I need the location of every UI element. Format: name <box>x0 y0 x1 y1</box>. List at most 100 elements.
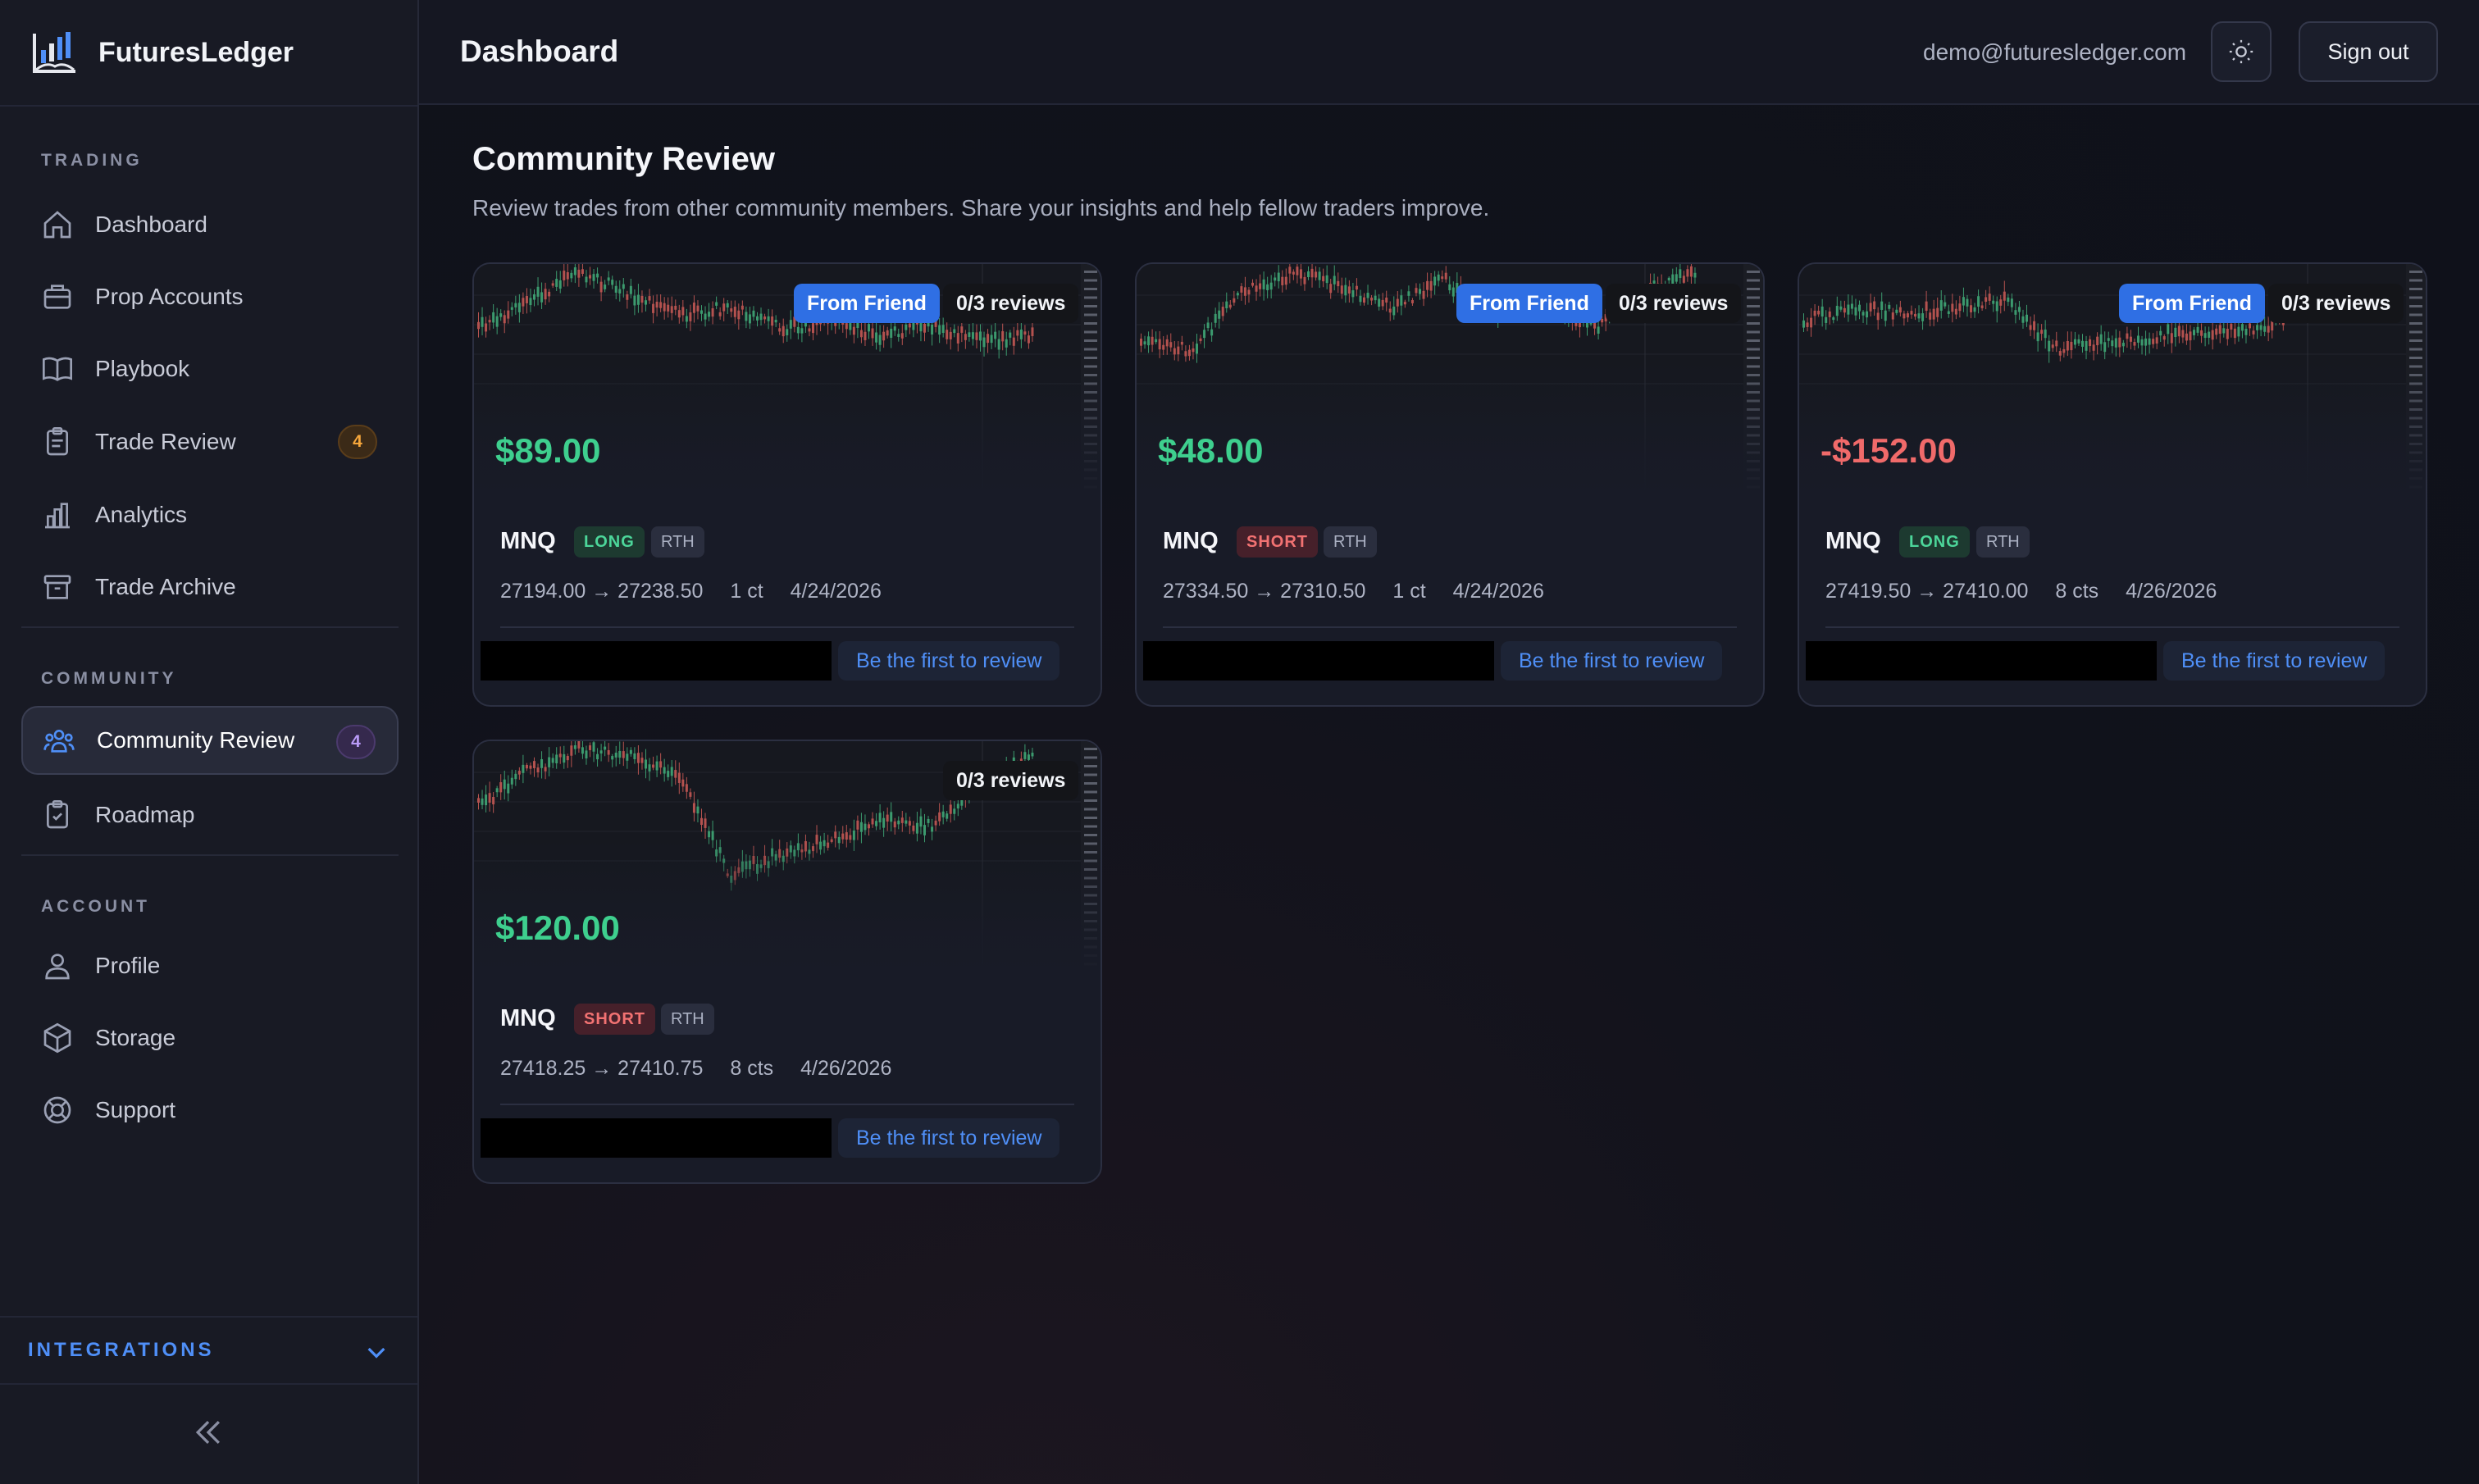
trade-details: 27418.25 → 27410.75 8 cts 4/26/2026 <box>500 1057 913 1081</box>
clipboard-check-icon <box>47 800 68 829</box>
trade-details: 27334.50 → 27310.50 1 ct 4/24/2026 <box>1163 580 1565 603</box>
sidebar-item-profile[interactable]: Profile <box>21 931 399 1000</box>
archive-icon <box>43 575 71 599</box>
pnl-value: $89.00 <box>495 431 601 470</box>
first-review-button[interactable]: Be the first to review <box>838 641 1060 681</box>
session-tag: RTH <box>661 1004 714 1035</box>
entry-exit-prices: 27418.25 → 27410.75 <box>500 1057 704 1080</box>
clipboard-icon <box>47 427 68 456</box>
trade-date: 4/24/2026 <box>1452 580 1544 603</box>
book-icon <box>43 357 72 381</box>
section-title-trading: TRADING <box>41 151 143 170</box>
reviews-count-badge: 0/3 reviews <box>943 761 1079 800</box>
reviews-count-badge: 0/3 reviews <box>943 284 1079 323</box>
sidebar-item-label: Playbook <box>95 356 190 381</box>
sidebar-item-label: Support <box>95 1097 176 1122</box>
side-tag: SHORT <box>574 1004 655 1035</box>
contract-size: 8 cts <box>730 1057 774 1080</box>
header-title: Dashboard <box>460 34 619 68</box>
card-divider <box>500 1104 1074 1105</box>
sidebar-item-label: Roadmap <box>95 802 195 827</box>
first-review-button[interactable]: Be the first to review <box>838 1118 1060 1158</box>
session-tag: RTH <box>651 526 704 558</box>
home-icon <box>43 211 71 239</box>
symbol: MNQ <box>1163 528 1219 554</box>
community-review-count-badge: 4 <box>336 725 376 759</box>
sidebar-item-label: Analytics <box>95 502 188 527</box>
sidebar-item-label: Prop Accounts <box>95 284 244 309</box>
symbol: MNQ <box>500 528 556 554</box>
brand[interactable]: FuturesLedger <box>0 0 417 107</box>
reviews-count-badge: 0/3 reviews <box>1606 284 1742 323</box>
sidebar-divider <box>21 854 399 856</box>
sidebar-item-label: Dashboard <box>95 212 207 237</box>
briefcase-icon <box>43 285 71 309</box>
user-email: demo@futuresledger.com <box>1923 39 2187 65</box>
card-divider <box>1163 626 1737 628</box>
page-subtitle: Review trades from other community membe… <box>472 195 1490 221</box>
trade-details: 27194.00 → 27238.50 1 ct 4/24/2026 <box>500 580 903 603</box>
pnl-value: -$152.00 <box>1821 431 1957 470</box>
sidebar-item-analytics[interactable]: Analytics <box>21 480 399 549</box>
sidebar-divider <box>21 626 399 628</box>
side-tag: LONG <box>1899 526 1970 558</box>
sidebar-item-label: Trade Review <box>95 429 236 454</box>
session-tag: RTH <box>1324 526 1377 558</box>
contract-size: 1 ct <box>730 580 763 603</box>
redacted-block <box>1143 641 1494 681</box>
symbol: MNQ <box>1825 528 1881 554</box>
sidebar-item-playbook[interactable]: Playbook <box>21 335 399 403</box>
user-icon <box>45 954 70 980</box>
brand-name: FuturesLedger <box>98 36 294 68</box>
entry-exit-prices: 27194.00 → 27238.50 <box>500 580 704 603</box>
sidebar-item-trade-archive[interactable]: Trade Archive <box>21 553 399 621</box>
trade-date: 4/24/2026 <box>790 580 882 603</box>
bar-chart-icon <box>45 503 70 529</box>
integrations-toggle[interactable]: INTEGRATIONS <box>0 1316 417 1385</box>
sign-out-button[interactable]: Sign out <box>2299 21 2438 82</box>
first-review-button[interactable]: Be the first to review <box>2163 641 2386 681</box>
sidebar-item-label: Trade Archive <box>95 574 236 599</box>
sidebar-item-storage[interactable]: Storage <box>21 1004 399 1072</box>
trade-card[interactable]: From Friend 0/3 reviews $89.00 MNQ LONG … <box>472 262 1102 707</box>
card-divider <box>500 626 1074 628</box>
session-tag: RTH <box>1976 526 2030 558</box>
reviews-count-badge: 0/3 reviews <box>2268 284 2404 323</box>
trade-date: 4/26/2026 <box>2126 580 2217 603</box>
sidebar-item-label: Community Review <box>97 727 295 753</box>
entry-exit-prices: 27419.50 → 27410.00 <box>1825 580 2029 603</box>
sidebar-item-trade-review[interactable]: Trade Review 4 <box>21 407 399 476</box>
lifebuoy-icon <box>43 1096 71 1124</box>
sidebar-item-label: Profile <box>95 953 161 978</box>
page-title: Community Review <box>472 141 775 177</box>
box-icon <box>43 1022 71 1054</box>
from-friend-badge: From Friend <box>794 284 940 323</box>
symbol: MNQ <box>500 1005 556 1031</box>
trade-card[interactable]: 0/3 reviews $120.00 MNQ SHORT RTH 27418.… <box>472 740 1102 1184</box>
sidebar-item-community-review[interactable]: Community Review 4 <box>21 706 399 775</box>
trade-card[interactable]: From Friend 0/3 reviews -$152.00 MNQ LON… <box>1798 262 2427 707</box>
users-icon <box>43 730 75 753</box>
card-divider <box>1825 626 2399 628</box>
logo-icon <box>33 32 75 73</box>
pnl-value: $120.00 <box>495 908 620 947</box>
sidebar-item-roadmap[interactable]: Roadmap <box>21 781 399 849</box>
sun-icon <box>2229 39 2253 64</box>
section-title-account: ACCOUNT <box>41 897 150 916</box>
trade-details: 27419.50 → 27410.00 8 cts 4/26/2026 <box>1825 580 2238 603</box>
sidebar-item-support[interactable]: Support <box>21 1076 399 1145</box>
redacted-block <box>1806 641 2157 681</box>
from-friend-badge: From Friend <box>2119 284 2265 323</box>
trade-date: 4/26/2026 <box>800 1057 892 1080</box>
side-tag: SHORT <box>1237 526 1318 558</box>
theme-toggle-button[interactable] <box>2211 21 2272 82</box>
sidebar-item-dashboard[interactable]: Dashboard <box>21 190 399 259</box>
trade-card[interactable]: From Friend 0/3 reviews $48.00 MNQ SHORT… <box>1135 262 1765 707</box>
redacted-block <box>481 641 832 681</box>
first-review-button[interactable]: Be the first to review <box>1501 641 1723 681</box>
chevron-down-icon <box>367 1347 385 1359</box>
sidebar: FuturesLedger TRADING Dashboard Prop Acc… <box>0 0 419 1484</box>
section-title-community: COMMUNITY <box>41 669 177 688</box>
collapse-sidebar-icon[interactable] <box>190 1414 226 1450</box>
sidebar-item-prop-accounts[interactable]: Prop Accounts <box>21 262 399 331</box>
